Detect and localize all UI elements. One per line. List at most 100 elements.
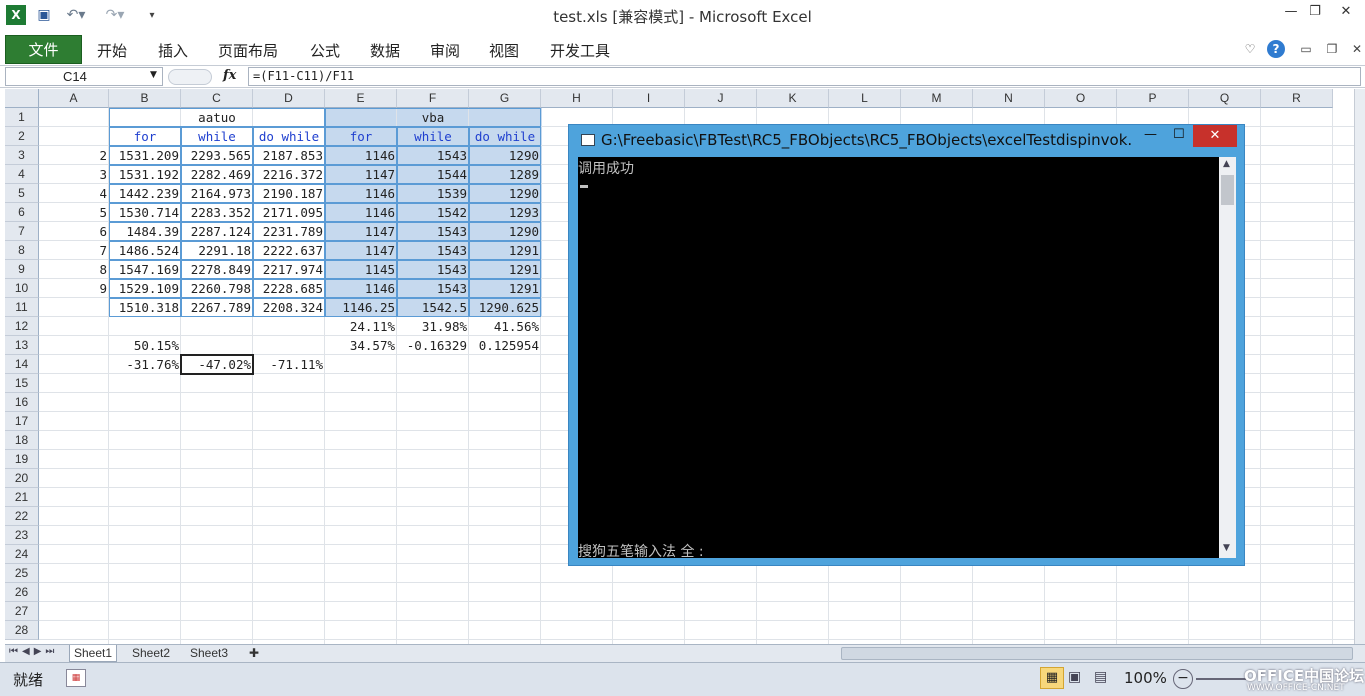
table-cell[interactable]: 6 (39, 222, 109, 241)
normal-view-icon[interactable]: ▦ (1040, 667, 1064, 689)
column-header-q[interactable]: Q (1189, 89, 1261, 108)
row-header-16[interactable]: 16 (5, 393, 39, 412)
row-header-17[interactable]: 17 (5, 412, 39, 431)
console-scrollbar[interactable]: ▲ ▼ (1219, 157, 1236, 558)
column-header-h[interactable]: H (541, 89, 613, 108)
tab-data[interactable]: 数据 (370, 40, 400, 61)
table-cell[interactable]: 5 (39, 203, 109, 222)
row-header-7[interactable]: 7 (5, 222, 39, 241)
row-header-24[interactable]: 24 (5, 545, 39, 564)
sheet-nav-icon[interactable]: ⏮◀▶⏭ (9, 646, 58, 657)
ribbon-minimize-icon[interactable]: ♡ (1241, 40, 1259, 58)
row-header-11[interactable]: 11 (5, 298, 39, 317)
column-header-l[interactable]: L (829, 89, 901, 108)
row-header-4[interactable]: 4 (5, 165, 39, 184)
tab-insert[interactable]: 插入 (158, 40, 188, 61)
table-cell[interactable] (39, 298, 109, 317)
row-header-28[interactable]: 28 (5, 621, 39, 640)
column-header-n[interactable]: N (973, 89, 1045, 108)
row-header-23[interactable]: 23 (5, 526, 39, 545)
column-header-r[interactable]: R (1261, 89, 1333, 108)
formula-input[interactable]: =(F11-C11)/F11 (248, 67, 1361, 86)
insert-sheet-icon[interactable]: ✚ (245, 645, 263, 662)
column-header-i[interactable]: I (613, 89, 685, 108)
column-header-k[interactable]: K (757, 89, 829, 108)
row-header-1[interactable]: 1 (5, 108, 39, 127)
row-header-15[interactable]: 15 (5, 374, 39, 393)
macro-record-icon[interactable]: ▦ (66, 669, 86, 687)
page-layout-view-icon[interactable]: ▣ (1068, 669, 1081, 685)
row-header-19[interactable]: 19 (5, 450, 39, 469)
tab-page-layout[interactable]: 页面布局 (218, 40, 278, 61)
tab-formulas[interactable]: 公式 (310, 40, 340, 61)
table-cell[interactable]: -0.16329 (397, 336, 469, 355)
row-header-8[interactable]: 8 (5, 241, 39, 260)
tab-home[interactable]: 开始 (97, 40, 127, 61)
table-cell[interactable]: 4 (39, 184, 109, 203)
formula-bar-expand-icon[interactable] (168, 69, 212, 85)
function-icon[interactable]: fx (223, 68, 236, 83)
row-header-3[interactable]: 3 (5, 146, 39, 165)
tab-review[interactable]: 审阅 (430, 40, 460, 61)
table-cell[interactable]: 31.98% (397, 317, 469, 336)
workbook-minimize-icon[interactable]: ▭ (1297, 40, 1315, 58)
row-header-20[interactable]: 20 (5, 469, 39, 488)
row-header-2[interactable]: 2 (5, 127, 39, 146)
column-header-m[interactable]: M (901, 89, 973, 108)
restore-icon[interactable]: ❐ (1298, 0, 1332, 22)
row-header-9[interactable]: 9 (5, 260, 39, 279)
console-close-icon[interactable]: ✕ (1193, 125, 1237, 147)
row-header-12[interactable]: 12 (5, 317, 39, 336)
column-header-e[interactable]: E (325, 89, 397, 108)
scroll-thumb[interactable] (1221, 175, 1234, 205)
select-all-corner[interactable] (5, 89, 39, 108)
table-cell[interactable]: 24.11% (325, 317, 397, 336)
console-window[interactable]: G:\Freebasic\FBTest\RC5_FBObjects\RC5_FB… (568, 124, 1245, 566)
row-header-14[interactable]: 14 (5, 355, 39, 374)
sheet-tab-2[interactable]: Sheet2 (128, 645, 174, 662)
table-cell[interactable]: 9 (39, 279, 109, 298)
console-output[interactable]: 调用成功 搜狗五笔输入法 全 : (578, 157, 1219, 560)
column-header-g[interactable]: G (469, 89, 541, 108)
sheet-tab-1[interactable]: Sheet1 (69, 645, 118, 662)
tab-file[interactable]: 文件 (5, 35, 82, 64)
column-header-a[interactable]: A (39, 89, 109, 108)
row-header-5[interactable]: 5 (5, 184, 39, 203)
zoom-out-icon[interactable]: − (1173, 669, 1193, 689)
column-header-j[interactable]: J (685, 89, 757, 108)
column-header-c[interactable]: C (181, 89, 253, 108)
vertical-scrollbar[interactable] (1354, 89, 1365, 644)
row-header-6[interactable]: 6 (5, 203, 39, 222)
column-header-b[interactable]: B (109, 89, 181, 108)
scroll-up-icon[interactable]: ▲ (1223, 159, 1230, 169)
column-header-f[interactable]: F (397, 89, 469, 108)
zoom-slider[interactable] (1196, 678, 1246, 680)
help-icon[interactable]: ? (1267, 40, 1285, 58)
column-header-d[interactable]: D (253, 89, 325, 108)
table-cell[interactable]: -31.76% (109, 355, 181, 374)
row-header-27[interactable]: 27 (5, 602, 39, 621)
table-cell[interactable]: 2 (39, 146, 109, 165)
table-cell[interactable]: 8 (39, 260, 109, 279)
console-maximize-icon[interactable]: ☐ (1173, 127, 1185, 142)
workbook-restore-icon[interactable]: ❐ (1323, 40, 1341, 58)
page-break-view-icon[interactable]: ▤ (1094, 669, 1107, 685)
zoom-level[interactable]: 100% (1124, 669, 1167, 687)
column-header-o[interactable]: O (1045, 89, 1117, 108)
row-header-21[interactable]: 21 (5, 488, 39, 507)
table-cell[interactable]: -71.11% (253, 355, 325, 374)
tab-view[interactable]: 视图 (489, 40, 519, 61)
name-box-dropdown-icon[interactable]: ▼ (150, 70, 157, 80)
table-cell[interactable]: 0.125954 (469, 336, 541, 355)
sheet-tab-3[interactable]: Sheet3 (186, 645, 232, 662)
tab-developer[interactable]: 开发工具 (550, 40, 610, 61)
table-cell[interactable]: 41.56% (469, 317, 541, 336)
console-minimize-icon[interactable]: — (1144, 127, 1157, 142)
row-header-26[interactable]: 26 (5, 583, 39, 602)
horizontal-scrollbar[interactable] (841, 647, 1353, 660)
row-header-25[interactable]: 25 (5, 564, 39, 583)
table-cell[interactable]: 50.15% (109, 336, 181, 355)
row-header-18[interactable]: 18 (5, 431, 39, 450)
close-icon[interactable]: ✕ (1328, 0, 1364, 22)
name-box[interactable]: C14 (5, 67, 163, 86)
